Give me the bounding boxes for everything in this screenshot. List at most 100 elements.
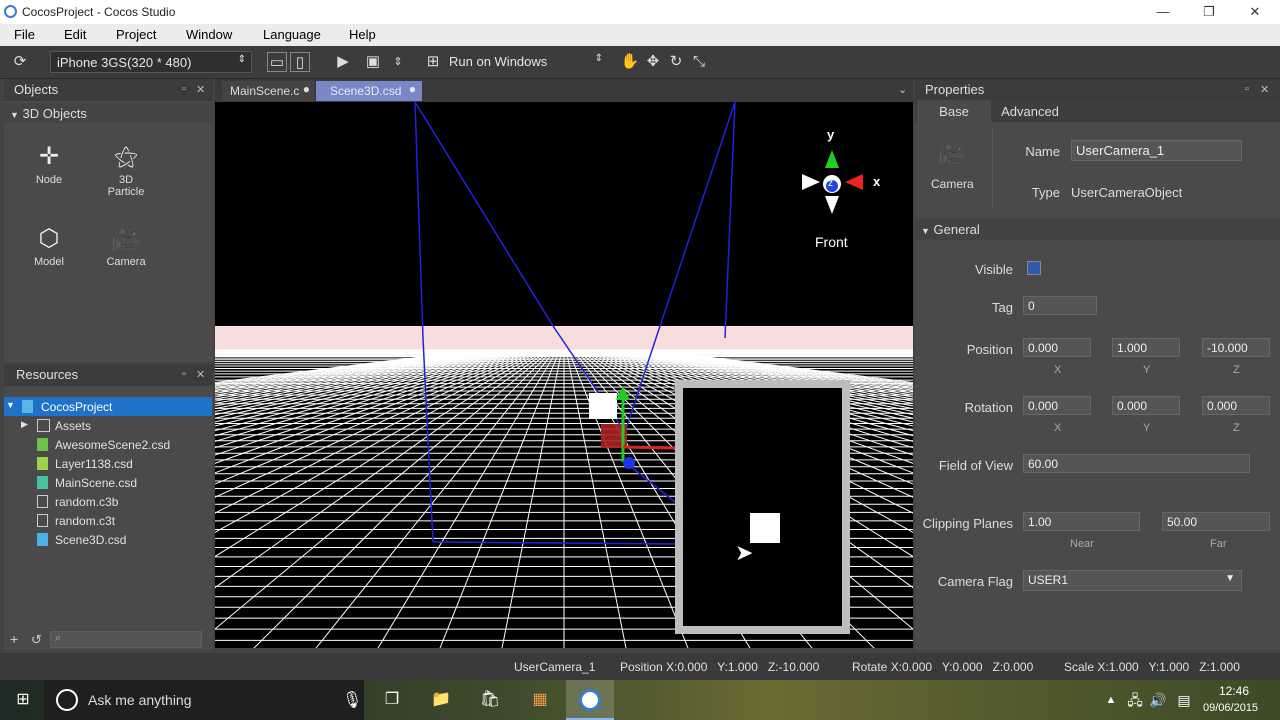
object-3d-particle[interactable]: ⚝ 3D Particle bbox=[96, 140, 156, 198]
tree-item-file[interactable]: random.c3t bbox=[4, 511, 212, 530]
visible-label: Visible bbox=[974, 262, 1013, 277]
tree-item-file[interactable]: AwesomeScene2.csd bbox=[4, 435, 212, 454]
minimize-button[interactable]: — bbox=[1143, 2, 1183, 22]
resources-panel-header: Resources ▫ ✕ bbox=[4, 364, 213, 386]
task-view-icon[interactable]: ❐ bbox=[379, 688, 405, 712]
menu-window[interactable]: Window bbox=[186, 27, 232, 42]
store-icon[interactable]: 🛍 bbox=[477, 688, 503, 712]
notifications-icon[interactable]: ▤ bbox=[1171, 688, 1197, 712]
object-model[interactable]: ⬡ Model bbox=[19, 222, 79, 268]
app-grid-icon[interactable]: ▦ bbox=[527, 688, 553, 712]
tag-input[interactable]: 0 bbox=[1023, 296, 1097, 315]
type-label: Type bbox=[1031, 185, 1060, 200]
folder-icon bbox=[37, 419, 50, 432]
tree-item-file[interactable]: MainScene.csd bbox=[4, 473, 212, 492]
menu-language[interactable]: Language bbox=[263, 27, 321, 42]
cube-icon: ⬡ bbox=[38, 225, 60, 252]
tree-item-file[interactable]: random.c3b bbox=[4, 492, 212, 511]
tree-label: Assets bbox=[55, 419, 92, 433]
microphone-icon[interactable]: 🎙 bbox=[342, 690, 362, 710]
tree-label: random.c3t bbox=[55, 514, 116, 528]
tree-item-project[interactable]: ▼ CocosProject bbox=[4, 397, 212, 416]
file-explorer-icon[interactable]: 📁 bbox=[428, 688, 454, 712]
move-tool-icon[interactable]: ✥ bbox=[643, 52, 663, 72]
section-title: General bbox=[933, 222, 980, 237]
rotate-tool-icon[interactable]: ↻ bbox=[666, 52, 686, 72]
tab-base[interactable]: Base bbox=[917, 100, 991, 122]
scene-viewport[interactable]: y x z Front ➤ bbox=[215, 102, 913, 648]
device-select[interactable]: iPhone 3GS(320 * 480) ⇕ bbox=[50, 51, 252, 73]
name-input[interactable]: UserCamera_1 bbox=[1071, 140, 1242, 161]
tree-label: AwesomeScene2.csd bbox=[55, 438, 171, 452]
chevron-up-icon[interactable]: ▲ bbox=[1098, 688, 1124, 712]
landscape-icon[interactable]: ▭ bbox=[267, 52, 287, 72]
maximize-button[interactable]: ❐ bbox=[1189, 2, 1229, 22]
general-section-header[interactable]: ▼ General bbox=[915, 219, 1280, 240]
menu-help[interactable]: Help bbox=[349, 27, 376, 42]
gizmo-y-label: y bbox=[827, 127, 835, 142]
objects-section-header[interactable]: ▼ 3D Objects bbox=[4, 103, 213, 123]
object-label: Camera bbox=[106, 256, 146, 268]
fov-input[interactable]: 60.00 bbox=[1023, 454, 1250, 473]
object-label: Node bbox=[35, 174, 63, 186]
status-scale: Scale X:1.000 Y:1.000 Z:1.000 bbox=[1064, 660, 1240, 674]
tree-item-file[interactable]: Layer1138.csd bbox=[4, 454, 212, 473]
add-icon[interactable]: + bbox=[10, 631, 18, 647]
close-icon[interactable]: ✕ bbox=[1260, 83, 1269, 96]
scale-tool-icon[interactable]: ⤡ bbox=[689, 52, 709, 72]
rotation-x-input[interactable]: 0.000 bbox=[1023, 396, 1091, 415]
preview-icon[interactable]: ▣ bbox=[363, 52, 383, 72]
float-icon[interactable]: ▫ bbox=[1245, 83, 1249, 95]
hand-tool-icon[interactable]: ✋ bbox=[620, 52, 640, 72]
unsaved-dot-icon: ● bbox=[302, 82, 310, 96]
object-camera[interactable]: 🎥 Camera bbox=[96, 222, 156, 268]
far-input[interactable]: 50.00 bbox=[1162, 512, 1270, 531]
run-target-select[interactable]: Run on Windows ⇕ bbox=[443, 51, 608, 73]
menu-edit[interactable]: Edit bbox=[64, 27, 86, 42]
windows-start-icon[interactable]: ⊞ bbox=[10, 688, 36, 712]
rotation-y-input[interactable]: 0.000 bbox=[1112, 396, 1180, 415]
chevron-updown-icon[interactable]: ⇕ bbox=[388, 52, 408, 72]
tab-advanced[interactable]: Advanced bbox=[993, 100, 1067, 122]
axis-y-label: Y bbox=[1143, 422, 1151, 434]
gizmo-x-label: x bbox=[873, 174, 881, 189]
tree-item-folder[interactable]: ▶ Assets bbox=[4, 416, 212, 435]
tab-mainscene[interactable]: MainScene.c ● bbox=[222, 81, 314, 101]
position-y-input[interactable]: 1.000 bbox=[1112, 338, 1180, 357]
menu-project[interactable]: Project bbox=[116, 27, 156, 42]
camera-flag-select[interactable]: USER1 ▼ bbox=[1023, 570, 1242, 591]
device-select-value: iPhone 3GS(320 * 480) bbox=[57, 55, 192, 70]
cocos-studio-taskbar-button[interactable] bbox=[566, 680, 614, 720]
tree-label: CocosProject bbox=[41, 400, 113, 414]
object-node[interactable]: ✛ Node bbox=[19, 140, 79, 186]
refresh-icon[interactable]: ↺ bbox=[31, 632, 42, 648]
position-x-input[interactable]: 0.000 bbox=[1023, 338, 1091, 357]
chevron-down-icon[interactable]: ⌄ bbox=[898, 83, 907, 96]
play-icon[interactable]: ▶ bbox=[333, 52, 353, 72]
portrait-icon[interactable]: ▯ bbox=[290, 52, 310, 72]
camera-flag-value: USER1 bbox=[1028, 573, 1069, 587]
float-icon[interactable]: ▫ bbox=[182, 83, 186, 95]
position-z-input[interactable]: -10.000 bbox=[1202, 338, 1270, 357]
menu-file[interactable]: File bbox=[14, 27, 35, 42]
volume-icon[interactable]: 🔊 bbox=[1145, 688, 1171, 712]
gizmo-z-label: z bbox=[828, 178, 833, 189]
float-icon[interactable]: ▫ bbox=[182, 368, 186, 380]
tag-label: Tag bbox=[992, 300, 1013, 315]
type-icon-label: Camera bbox=[931, 177, 974, 191]
search-box[interactable]: Ask me anything 🎙 bbox=[44, 680, 364, 720]
tree-item-file[interactable]: Scene3D.csd bbox=[4, 530, 212, 549]
clock-date: 09/06/2015 bbox=[1203, 702, 1259, 714]
resource-search-input[interactable]: ⌕ bbox=[50, 631, 202, 648]
rotate-device-icon[interactable]: ⟳ bbox=[10, 52, 30, 72]
near-input[interactable]: 1.00 bbox=[1023, 512, 1140, 531]
file-icon bbox=[37, 495, 48, 508]
rotation-z-input[interactable]: 0.000 bbox=[1202, 396, 1270, 415]
close-icon[interactable]: ✕ bbox=[196, 368, 205, 381]
close-button[interactable]: ✕ bbox=[1235, 2, 1275, 22]
visible-checkbox[interactable] bbox=[1027, 261, 1041, 275]
tab-scene3d[interactable]: Scene3D.csd ● bbox=[316, 81, 422, 101]
close-icon[interactable]: ✕ bbox=[196, 83, 205, 96]
node-icon: ✛ bbox=[38, 143, 60, 170]
title-bar: CocosProject - Cocos Studio — ❐ ✕ bbox=[0, 0, 1280, 24]
